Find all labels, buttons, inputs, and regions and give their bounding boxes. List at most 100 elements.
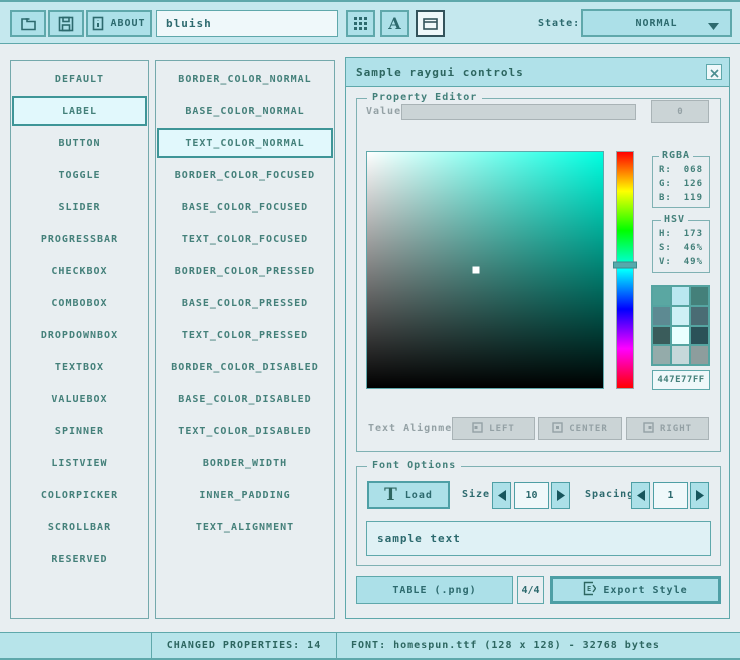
chevron-right-icon [696,486,704,505]
folder-open-icon [20,16,37,31]
align-center-icon [552,422,563,436]
property-item-base-color-normal[interactable]: BASE_COLOR_NORMAL [157,96,333,126]
control-item-spinner[interactable]: SPINNER [12,416,147,446]
open-style-button[interactable] [10,10,46,37]
style-color-swatch-r4c3[interactable] [691,346,708,364]
property-item-border-color-focused[interactable]: BORDER_COLOR_FOCUSED [157,160,333,190]
save-style-button[interactable] [48,10,84,37]
export-format-button[interactable]: TABLE (.png) [356,576,513,604]
letter-a-icon: A [388,16,400,32]
style-color-swatch-r4c1[interactable] [653,346,670,364]
sample-text-textbox[interactable]: sample text [366,521,711,556]
hsv-group: HSV H:173 S:46% V:49% [652,220,710,273]
grid-toggle-button[interactable] [346,10,375,37]
control-item-slider[interactable]: SLIDER [12,192,147,222]
property-item-border-color-disabled[interactable]: BORDER_COLOR_DISABLED [157,352,333,382]
property-item-base-color-pressed[interactable]: BASE_COLOR_PRESSED [157,288,333,318]
control-item-checkbox[interactable]: CHECKBOX [12,256,147,286]
chevron-right-icon [557,486,565,505]
control-item-default[interactable]: DEFAULT [12,64,147,94]
hsv-s-row: S:46% [659,243,703,253]
color-picker-cursor[interactable] [472,267,479,274]
hex-color-textbox[interactable]: 447E77FF [652,370,710,390]
export-icon: E [583,581,596,599]
chevron-left-icon [637,486,645,505]
property-item-text-alignment[interactable]: TEXT_ALIGNMENT [157,512,333,542]
properties-list: BORDER_COLOR_NORMALBASE_COLOR_NORMALTEXT… [155,60,335,619]
style-color-swatch-r2c3[interactable] [691,307,708,325]
style-color-swatch-r2c1[interactable] [653,307,670,325]
style-color-swatch-r2c2[interactable] [672,307,689,325]
control-item-reserved[interactable]: RESERVED [12,544,147,574]
control-item-button[interactable]: BUTTON [12,128,147,158]
size-increase-button[interactable] [551,482,570,509]
sample-window-titlebar[interactable]: Sample raygui controls [346,58,729,87]
align-left-icon [472,422,483,436]
control-item-progressbar[interactable]: PROGRESSBAR [12,224,147,254]
font-preview-button[interactable]: A [380,10,409,37]
control-item-toggle[interactable]: TOGGLE [12,160,147,190]
align-left-button[interactable]: LEFT [452,417,535,440]
control-item-scrollbar[interactable]: SCROLLBAR [12,512,147,542]
style-name-input[interactable] [156,10,338,37]
rgba-group: RGBA R:068 G:126 B:119 [652,156,710,208]
property-item-text-color-normal[interactable]: TEXT_COLOR_NORMAL [157,128,333,158]
green-value: 126 [684,179,703,189]
property-item-text-color-focused[interactable]: TEXT_COLOR_FOCUSED [157,224,333,254]
align-center-button[interactable]: CENTER [538,417,622,440]
control-item-textbox[interactable]: TEXTBOX [12,352,147,382]
hue-bar[interactable] [616,151,634,389]
chevron-left-icon [498,486,506,505]
load-font-button[interactable]: T Load [367,481,450,509]
property-item-base-color-focused[interactable]: BASE_COLOR_FOCUSED [157,192,333,222]
rgba-group-label: RGBA [659,150,693,161]
hue-slider-handle[interactable] [613,262,637,269]
page-indicator[interactable]: 4/4 [517,576,544,604]
hsv-v-row: V:49% [659,257,703,267]
state-dropdown-value: NORMAL [635,18,677,29]
controls-list: DEFAULTLABELBUTTONTOGGLESLIDERPROGRESSBA… [10,60,149,619]
property-item-border-color-pressed[interactable]: BORDER_COLOR_PRESSED [157,256,333,286]
size-decrease-button[interactable] [492,482,511,509]
control-item-colorpicker[interactable]: COLORPICKER [12,480,147,510]
grid-icon [354,17,367,30]
status-changed-properties: CHANGED PROPERTIES: 14 [152,633,337,658]
property-item-border-color-normal[interactable]: BORDER_COLOR_NORMAL [157,64,333,94]
value-button[interactable]: 0 [651,100,709,123]
spacing-decrease-button[interactable] [631,482,650,509]
property-item-base-color-disabled[interactable]: BASE_COLOR_DISABLED [157,384,333,414]
control-item-label[interactable]: LABEL [12,96,147,126]
control-item-dropdownbox[interactable]: DROPDOWNBOX [12,320,147,350]
property-item-inner-padding[interactable]: INNER_PADDING [157,480,333,510]
export-style-button[interactable]: E Export Style [550,576,721,604]
state-dropdown[interactable]: NORMAL [581,9,732,37]
style-color-swatch-r3c2[interactable] [672,327,689,345]
style-color-swatch-r1c2[interactable] [672,287,689,305]
property-item-text-color-pressed[interactable]: TEXT_COLOR_PRESSED [157,320,333,350]
align-right-button[interactable]: RIGHT [626,417,709,440]
hsv-group-label: HSV [661,214,688,225]
color-saturation-value-picker[interactable] [366,151,604,389]
control-item-combobox[interactable]: COMBOBOX [12,288,147,318]
control-item-valuebox[interactable]: VALUEBOX [12,384,147,414]
control-item-listview[interactable]: LISTVIEW [12,448,147,478]
style-color-swatch-r3c3[interactable] [691,327,708,345]
status-bar: CHANGED PROPERTIES: 14 FONT: homespun.tt… [0,632,740,660]
style-color-swatch-r3c1[interactable] [653,327,670,345]
size-value-box[interactable]: 10 [514,482,549,509]
value-slider[interactable] [401,104,636,120]
window-preview-button[interactable] [416,10,445,37]
about-button[interactable]: ABOUT [86,10,152,37]
property-item-border-width[interactable]: BORDER_WIDTH [157,448,333,478]
rguistyler-window: ABOUT A State: NORMA [0,0,740,660]
property-item-text-color-disabled[interactable]: TEXT_COLOR_DISABLED [157,416,333,446]
style-color-swatch-r4c2[interactable] [672,346,689,364]
spacing-value-box[interactable]: 1 [653,482,688,509]
rgba-r-row: R:068 [659,165,703,175]
spacing-increase-button[interactable] [690,482,709,509]
style-color-swatch-r1c3[interactable] [691,287,708,305]
window-icon [423,18,438,30]
close-button[interactable] [706,64,722,80]
rgba-b-row: B:119 [659,193,703,203]
style-color-swatch-r1c1[interactable] [653,287,670,305]
